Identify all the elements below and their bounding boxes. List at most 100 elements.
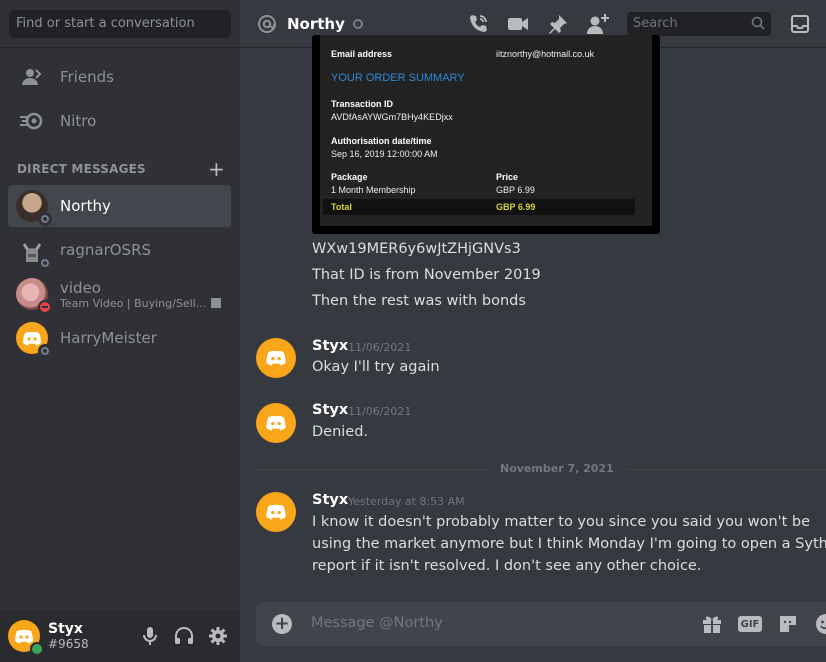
message-author[interactable]: Styx <box>312 492 348 508</box>
receipt-email-label: Email address <box>331 49 393 59</box>
friends-nav-item[interactable]: Friends <box>8 56 232 98</box>
message-timestamp: 11/06/2021 <box>348 341 412 354</box>
upload-plus-icon[interactable]: + <box>272 614 292 634</box>
dm-item-northy[interactable]: Northy <box>8 185 231 227</box>
offline-status-icon <box>352 18 363 29</box>
message-text: Denied. <box>312 424 369 440</box>
receipt-price-label: Price <box>496 172 519 182</box>
discord-logo-icon <box>266 415 286 431</box>
dm-item-ragnarosrs[interactable]: ragnarOSRS <box>8 229 231 271</box>
receipt-total-label: Total <box>331 202 352 212</box>
create-dm-plus-icon[interactable]: + <box>208 159 225 179</box>
discord-logo-icon <box>23 331 41 345</box>
find-conversation-button[interactable]: Find or start a conversation <box>9 10 231 38</box>
receipt-section-title: YOUR ORDER SUMMARY <box>331 72 465 84</box>
friends-icon <box>16 61 48 93</box>
pinned-messages-icon[interactable] <box>546 12 570 36</box>
emoji-icon[interactable] <box>814 612 826 636</box>
message-text: Okay I'll try again <box>312 359 440 375</box>
user-panel: Styx #9658 <box>0 610 240 662</box>
friends-label: Friends <box>60 68 114 86</box>
discord-logo-icon <box>266 504 286 520</box>
gif-picker-button[interactable]: GIF <box>738 616 762 632</box>
dm-subtitle-text: Team Video | Buying/Sell... <box>60 296 207 310</box>
header-search-input[interactable]: Search <box>627 12 771 36</box>
self-tag: #9658 <box>48 637 89 651</box>
avatar-video <box>16 278 52 314</box>
receipt-transaction-label: Transaction ID <box>331 99 394 109</box>
user-controls <box>140 626 228 646</box>
avatar-ragnarosrs <box>16 234 52 270</box>
receipt-auth-label: Authorisation date/time <box>331 136 432 146</box>
user-info[interactable]: Styx #9658 <box>48 621 89 651</box>
receipt-package-value: 1 Month Membership <box>331 185 416 195</box>
gift-icon[interactable] <box>700 612 724 636</box>
message-text: using the market anymore but I think Mon… <box>312 536 826 552</box>
message-text: Then the rest was with bonds <box>312 293 526 309</box>
settings-gear-icon[interactable] <box>208 626 228 646</box>
microphone-icon[interactable] <box>140 626 160 646</box>
avatar-harrymeister <box>16 322 52 358</box>
discord-logo-icon <box>15 629 33 643</box>
message-input-placeholder[interactable]: Message @Northy <box>311 615 443 631</box>
message-timestamp: 11/06/2021 <box>348 405 412 418</box>
channel-title: Northy <box>287 14 345 33</box>
avatar-northy <box>16 190 52 226</box>
inbox-icon[interactable] <box>788 12 812 36</box>
message-composer[interactable]: + Message @Northy GIF <box>256 602 826 646</box>
offline-status-icon <box>38 212 52 226</box>
message-timestamp: Yesterday at 8:53 AM <box>348 495 465 508</box>
search-icon <box>751 16 765 35</box>
message-avatar-styx[interactable] <box>256 338 296 378</box>
nitro-nav-item[interactable]: Nitro <box>8 100 232 142</box>
header-search-placeholder: Search <box>633 16 678 31</box>
composer-tools: GIF <box>700 612 826 636</box>
headphones-icon[interactable] <box>174 626 194 646</box>
message-text: report if it isn't resolved. I don't see… <box>312 558 702 574</box>
dnd-status-icon <box>38 300 52 314</box>
voice-call-icon[interactable] <box>466 12 490 36</box>
receipt-price-value: GBP 6.99 <box>496 185 535 195</box>
receipt-auth-value: Sep 16, 2019 12:00:00 AM <box>331 149 438 159</box>
document-icon <box>211 298 222 308</box>
nitro-icon <box>16 105 48 137</box>
sticker-icon[interactable] <box>776 612 800 636</box>
message-author[interactable]: Styx <box>312 338 348 354</box>
receipt-image-attachment[interactable]: Email address iitznorthy@hotmail.co.uk Y… <box>312 35 660 234</box>
dm-name: HarryMeister <box>60 329 157 347</box>
video-call-icon[interactable] <box>506 12 530 36</box>
dm-item-harrymeister[interactable]: HarryMeister <box>8 317 231 359</box>
receipt-transaction-value: AVDfAsAYWGm7BHy4KEDjxx <box>331 112 453 122</box>
nitro-label: Nitro <box>60 112 97 130</box>
message-text: I know it doesn't probably matter to you… <box>312 514 811 530</box>
self-username: Styx <box>48 621 83 637</box>
at-sign-icon <box>257 14 277 34</box>
offline-status-icon <box>38 344 52 358</box>
receipt-total-row <box>323 199 635 215</box>
message-text: WXw19MER6y6wJtZHjGNVs3 <box>312 241 521 257</box>
date-divider-label: November 7, 2021 <box>488 462 626 475</box>
message-avatar-styx[interactable] <box>256 403 296 443</box>
dm-sidebar: Find or start a conversation Friends Nit… <box>0 0 240 662</box>
online-status-icon <box>30 642 44 656</box>
dm-item-video[interactable]: video Team Video | Buying/Sell... <box>8 273 231 315</box>
dm-subtitle: Team Video | Buying/Sell... <box>60 296 222 310</box>
add-friend-to-dm-icon[interactable] <box>586 12 610 36</box>
dm-name: Northy <box>60 197 111 215</box>
receipt-package-label: Package <box>331 172 368 182</box>
dm-name: ragnarOSRS <box>60 241 152 259</box>
receipt-total-value: GBP 6.99 <box>496 202 536 212</box>
sidebar-search-wrap: Find or start a conversation <box>0 0 240 48</box>
message-author[interactable]: Styx <box>312 402 348 418</box>
offline-status-icon <box>38 256 52 270</box>
message-avatar-styx[interactable] <box>256 492 296 532</box>
receipt-body: Email address iitznorthy@hotmail.co.uk Y… <box>320 35 652 226</box>
message-text: That ID is from November 2019 <box>312 267 541 283</box>
avatar-self[interactable] <box>8 620 44 656</box>
dm-name: video <box>60 278 101 297</box>
discord-logo-icon <box>266 350 286 366</box>
direct-messages-header: DIRECT MESSAGES + <box>17 159 225 179</box>
receipt-email-value: iitznorthy@hotmail.co.uk <box>496 49 595 59</box>
header-toolbar <box>466 12 610 36</box>
direct-messages-label: DIRECT MESSAGES <box>17 162 146 176</box>
